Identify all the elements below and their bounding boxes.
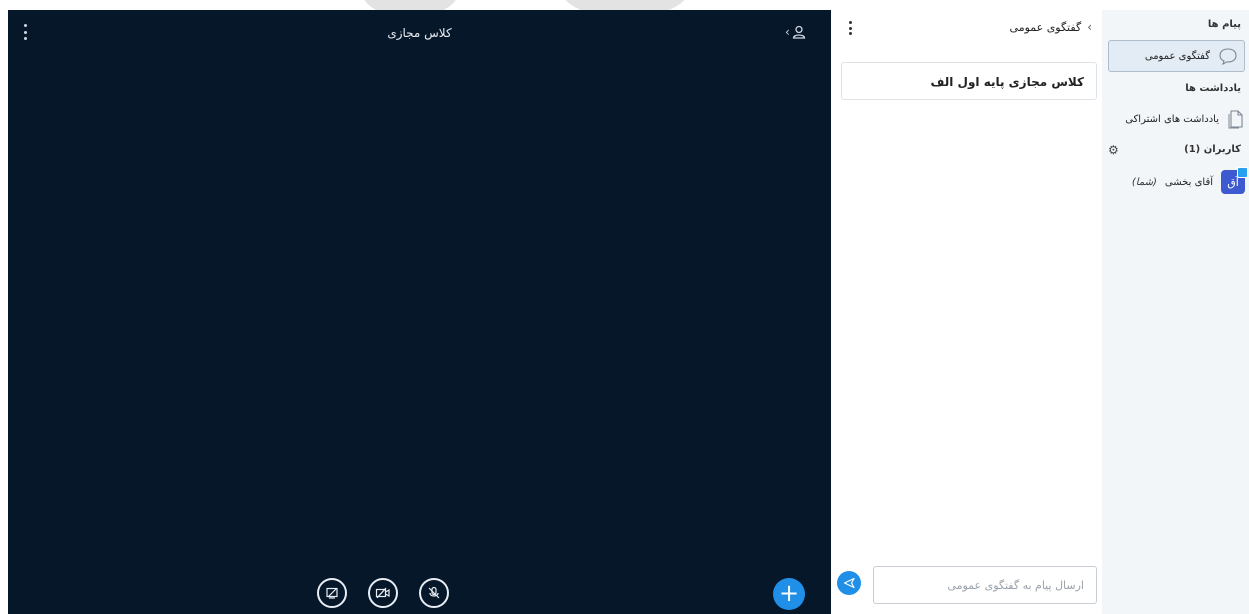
user-icon <box>792 25 805 39</box>
user-name: آقای بخشی <box>1164 176 1213 188</box>
chat-header[interactable]: گفتگوی عمومی ‹ <box>1010 20 1092 34</box>
screen-share-button[interactable] <box>317 578 347 608</box>
send-icon <box>843 577 855 589</box>
camera-button[interactable] <box>368 578 398 608</box>
messages-heading: پیام ها <box>1207 19 1241 30</box>
microphone-off-icon <box>428 586 440 599</box>
shared-notes-label: یادداشت های اشتراکی <box>1125 113 1219 125</box>
chat-options-icon[interactable] <box>847 21 853 35</box>
screen-share-off-icon <box>326 587 338 599</box>
send-message-button[interactable] <box>837 571 861 595</box>
camera-off-icon <box>375 587 390 599</box>
chevron-left-icon: ‹ <box>1087 20 1092 34</box>
welcome-message: کلاس مجازی پایه اول الف <box>841 62 1097 100</box>
notes-heading: یادداشت ها <box>1185 83 1241 94</box>
chat-header-title: گفتگوی عمومی <box>1009 20 1082 34</box>
user-list-item[interactable]: (شما) آقای بخشی آق <box>1131 167 1248 194</box>
user-settings-icon[interactable]: ⚙ <box>1108 143 1119 157</box>
document-icon <box>1228 110 1243 129</box>
chevron-left-icon: ‹ <box>785 25 790 39</box>
presenter-badge-icon <box>1237 167 1248 178</box>
chat-message-input[interactable] <box>873 566 1097 604</box>
meeting-title: کلاس مجازی <box>387 26 452 40</box>
sidebar-item-public-chat[interactable]: گفتگوی عمومی <box>1108 40 1245 72</box>
user-you-suffix: (شما) <box>1131 176 1157 188</box>
presentation-area: کلاس مجازی ‹ + <box>8 10 831 614</box>
chat-bubble-icon <box>1219 48 1237 65</box>
public-chat-label: گفتگوی عمومی <box>1144 50 1210 62</box>
toggle-userlist-button[interactable]: ‹ <box>785 23 809 41</box>
actions-plus-button[interactable]: + <box>773 578 805 610</box>
sidebar: پیام ها گفتگوی عمومی یادداشت ها یادداشت … <box>1102 10 1249 614</box>
sidebar-item-shared-notes[interactable]: یادداشت های اشتراکی <box>1125 109 1245 129</box>
chat-panel: گفتگوی عمومی ‹ کلاس مجازی پایه اول الف <box>831 10 1102 614</box>
microphone-button[interactable] <box>419 578 449 608</box>
users-heading: کاربران (1) <box>1184 144 1241 155</box>
avatar: آق <box>1221 167 1248 194</box>
